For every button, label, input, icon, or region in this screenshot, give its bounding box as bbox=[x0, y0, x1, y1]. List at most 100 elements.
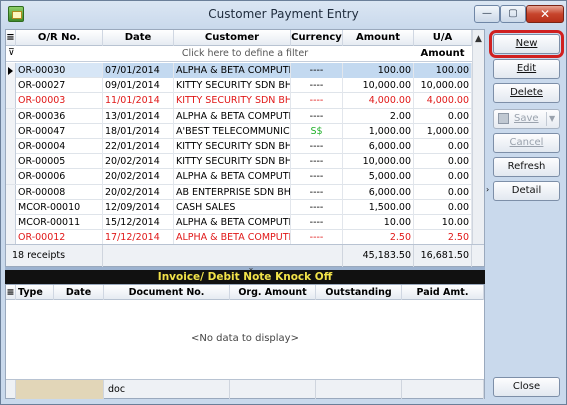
receipt-count: 18 receipts bbox=[6, 245, 103, 267]
scroll-up-icon[interactable]: ▲ bbox=[475, 34, 482, 44]
date-cell: 13/01/2014 bbox=[103, 108, 174, 124]
side-panel-toggle[interactable]: › bbox=[485, 161, 493, 221]
row-indicator[interactable] bbox=[6, 123, 16, 139]
row-indicator[interactable] bbox=[6, 63, 16, 78]
col-doc-date[interactable]: Date bbox=[54, 285, 104, 300]
save-button[interactable]: Save ▼ bbox=[493, 109, 560, 129]
col-org-amount[interactable]: Org. Amount bbox=[230, 285, 316, 300]
table-row[interactable]: OR-00004 22/01/2014 KITTY SECURITY SDN BHD… bbox=[6, 139, 472, 155]
currency-cell: ---- bbox=[291, 215, 343, 230]
customer-cell: A'BEST TELECOMMUNIC... bbox=[176, 123, 291, 139]
table-row[interactable]: OR-00036 13/01/2014 ALPHA & BETA COMPUTER -… bbox=[6, 108, 472, 124]
footer-doc-cell: doc bbox=[104, 380, 230, 399]
row-indicator[interactable] bbox=[6, 215, 16, 230]
row-indicator[interactable] bbox=[6, 169, 16, 185]
maximize-button[interactable]: ▢ bbox=[500, 5, 526, 23]
table-row[interactable]: MCOR-00010 12/09/2014 CASH SALES ---- 1,500.… bbox=[6, 199, 472, 215]
knock-off-footer: doc bbox=[6, 379, 484, 399]
footer-outstanding-cell bbox=[316, 380, 402, 399]
grid-scrollbar[interactable]: ▲ ▼ bbox=[472, 30, 484, 266]
table-row[interactable]: OR-00008 20/02/2014 AB ENTERPRISE SDN BHD -… bbox=[6, 184, 472, 200]
col-ua-amount[interactable]: U/A Amount bbox=[414, 30, 472, 59]
or-no-cell: OR-00004 bbox=[16, 139, 103, 154]
date-cell: 20/02/2014 bbox=[103, 169, 174, 185]
detail-button[interactable]: Detail bbox=[493, 181, 560, 201]
close-window-button[interactable]: ✕ bbox=[526, 5, 564, 23]
row-indicator[interactable] bbox=[6, 184, 16, 200]
col-outstanding[interactable]: Outstanding bbox=[316, 285, 402, 300]
row-indicator[interactable] bbox=[6, 78, 16, 94]
ua-amount-cell: 0.00 bbox=[414, 108, 472, 124]
chevron-right-icon: › bbox=[486, 185, 490, 194]
minimize-button[interactable]: — bbox=[474, 5, 500, 23]
new-button[interactable]: New bbox=[489, 30, 564, 58]
table-row[interactable]: OR-00005 20/02/2014 KITTY SECURITY SDN BHD… bbox=[6, 154, 472, 170]
new-label: New bbox=[515, 38, 538, 49]
ua-amount-total: 16,681.50 bbox=[414, 245, 472, 267]
col-currency[interactable]: Currency bbox=[291, 30, 343, 46]
col-amount[interactable]: Amount bbox=[343, 30, 414, 46]
table-row[interactable]: OR-00030 07/01/2014 ALPHA & BETA COMPUTER -… bbox=[6, 63, 472, 79]
table-row[interactable]: OR-00003 11/01/2014 KITTY SECURITY SDN BHD… bbox=[6, 93, 472, 109]
row-indicator[interactable] bbox=[6, 154, 16, 170]
or-no-cell: OR-00008 bbox=[16, 184, 103, 200]
receipt-rows: OR-00030 07/01/2014 ALPHA & BETA COMPUTER -… bbox=[6, 63, 472, 245]
col-paid-amt[interactable]: Paid Amt. bbox=[402, 285, 484, 300]
or-no-cell: OR-00027 bbox=[16, 78, 103, 94]
row-indicator[interactable] bbox=[6, 139, 16, 154]
col-date[interactable]: Date bbox=[103, 30, 174, 46]
close-label: Close bbox=[512, 381, 541, 392]
row-indicator[interactable] bbox=[6, 93, 16, 109]
footer-blank bbox=[103, 245, 343, 267]
column-chooser-icon[interactable]: ≡ bbox=[6, 30, 16, 46]
ua-amount-cell: 2.50 bbox=[414, 230, 472, 245]
currency-cell: ---- bbox=[291, 184, 343, 200]
amount-cell: 10,000.00 bbox=[343, 154, 414, 170]
customer-cell: ALPHA & BETA COMPUTER bbox=[176, 215, 291, 230]
or-no-cell: MCOR-00010 bbox=[16, 199, 103, 215]
customer-cell: KITTY SECURITY SDN BHD bbox=[176, 154, 291, 170]
table-row[interactable]: OR-00012 17/12/2014 ALPHA & BETA COMPUTER -… bbox=[6, 230, 472, 245]
date-cell: 22/01/2014 bbox=[103, 139, 174, 154]
row-indicator[interactable] bbox=[6, 199, 16, 215]
amount-cell: 4,000.00 bbox=[343, 93, 414, 109]
amount-cell: 1,000.00 bbox=[343, 123, 414, 139]
customer-payment-window: Customer Payment Entry — ▢ ✕ ≡ O/R No. D… bbox=[0, 0, 567, 405]
footer-type-cell bbox=[16, 380, 104, 399]
filter-hint: Click here to define a filter bbox=[181, 48, 309, 59]
currency-cell: ---- bbox=[291, 139, 343, 154]
close-icon: ✕ bbox=[539, 7, 551, 21]
customer-cell: AB ENTERPRISE SDN BHD bbox=[176, 184, 291, 200]
or-no-cell: OR-00047 bbox=[16, 123, 103, 139]
amount-cell: 10.00 bbox=[343, 215, 414, 230]
knock-off-column-chooser-icon[interactable]: ≡ bbox=[6, 285, 16, 300]
row-indicator[interactable] bbox=[6, 230, 16, 245]
table-row[interactable]: OR-00006 20/02/2014 ALPHA & BETA COMPUTER -… bbox=[6, 169, 472, 185]
refresh-button[interactable]: Refresh bbox=[493, 157, 560, 177]
row-indicator[interactable] bbox=[6, 108, 16, 124]
edit-button[interactable]: Edit bbox=[493, 59, 560, 79]
table-row[interactable]: MCOR-00011 15/12/2014 ALPHA & BETA COMPUTE… bbox=[6, 215, 472, 231]
col-document-no[interactable]: Document No. bbox=[104, 285, 230, 300]
cancel-button[interactable]: Cancel bbox=[493, 133, 560, 153]
footer-org-cell bbox=[230, 380, 316, 399]
delete-button[interactable]: Delete bbox=[493, 83, 560, 103]
table-row[interactable]: OR-00027 09/01/2014 KITTY SECURITY SDN BHD… bbox=[6, 78, 472, 94]
or-no-cell: OR-00006 bbox=[16, 169, 103, 185]
col-type[interactable]: Type bbox=[16, 285, 54, 300]
currency-cell: ---- bbox=[291, 154, 343, 170]
chevron-down-icon[interactable]: ▼ bbox=[549, 110, 555, 128]
filter-row[interactable]: ⊽ Click here to define a filter bbox=[6, 46, 484, 62]
table-row[interactable]: OR-00047 18/01/2014 A'BEST TELECOMMUNIC...… bbox=[6, 123, 472, 139]
no-data-message: <No data to display> bbox=[191, 333, 299, 344]
close-button[interactable]: Close bbox=[493, 377, 560, 397]
customer-cell: KITTY SECURITY SDN BHD bbox=[176, 93, 291, 109]
date-cell: 07/01/2014 bbox=[103, 63, 174, 78]
amount-total: 45,183.50 bbox=[343, 245, 414, 267]
customer-cell: KITTY SECURITY SDN BHD bbox=[176, 78, 291, 94]
col-or-no[interactable]: O/R No. bbox=[16, 30, 103, 46]
edit-label: Edit bbox=[516, 63, 537, 74]
or-no-cell: MCOR-00011 bbox=[16, 215, 103, 230]
ua-amount-cell: 0.00 bbox=[414, 139, 472, 154]
col-customer[interactable]: Customer bbox=[174, 30, 291, 46]
